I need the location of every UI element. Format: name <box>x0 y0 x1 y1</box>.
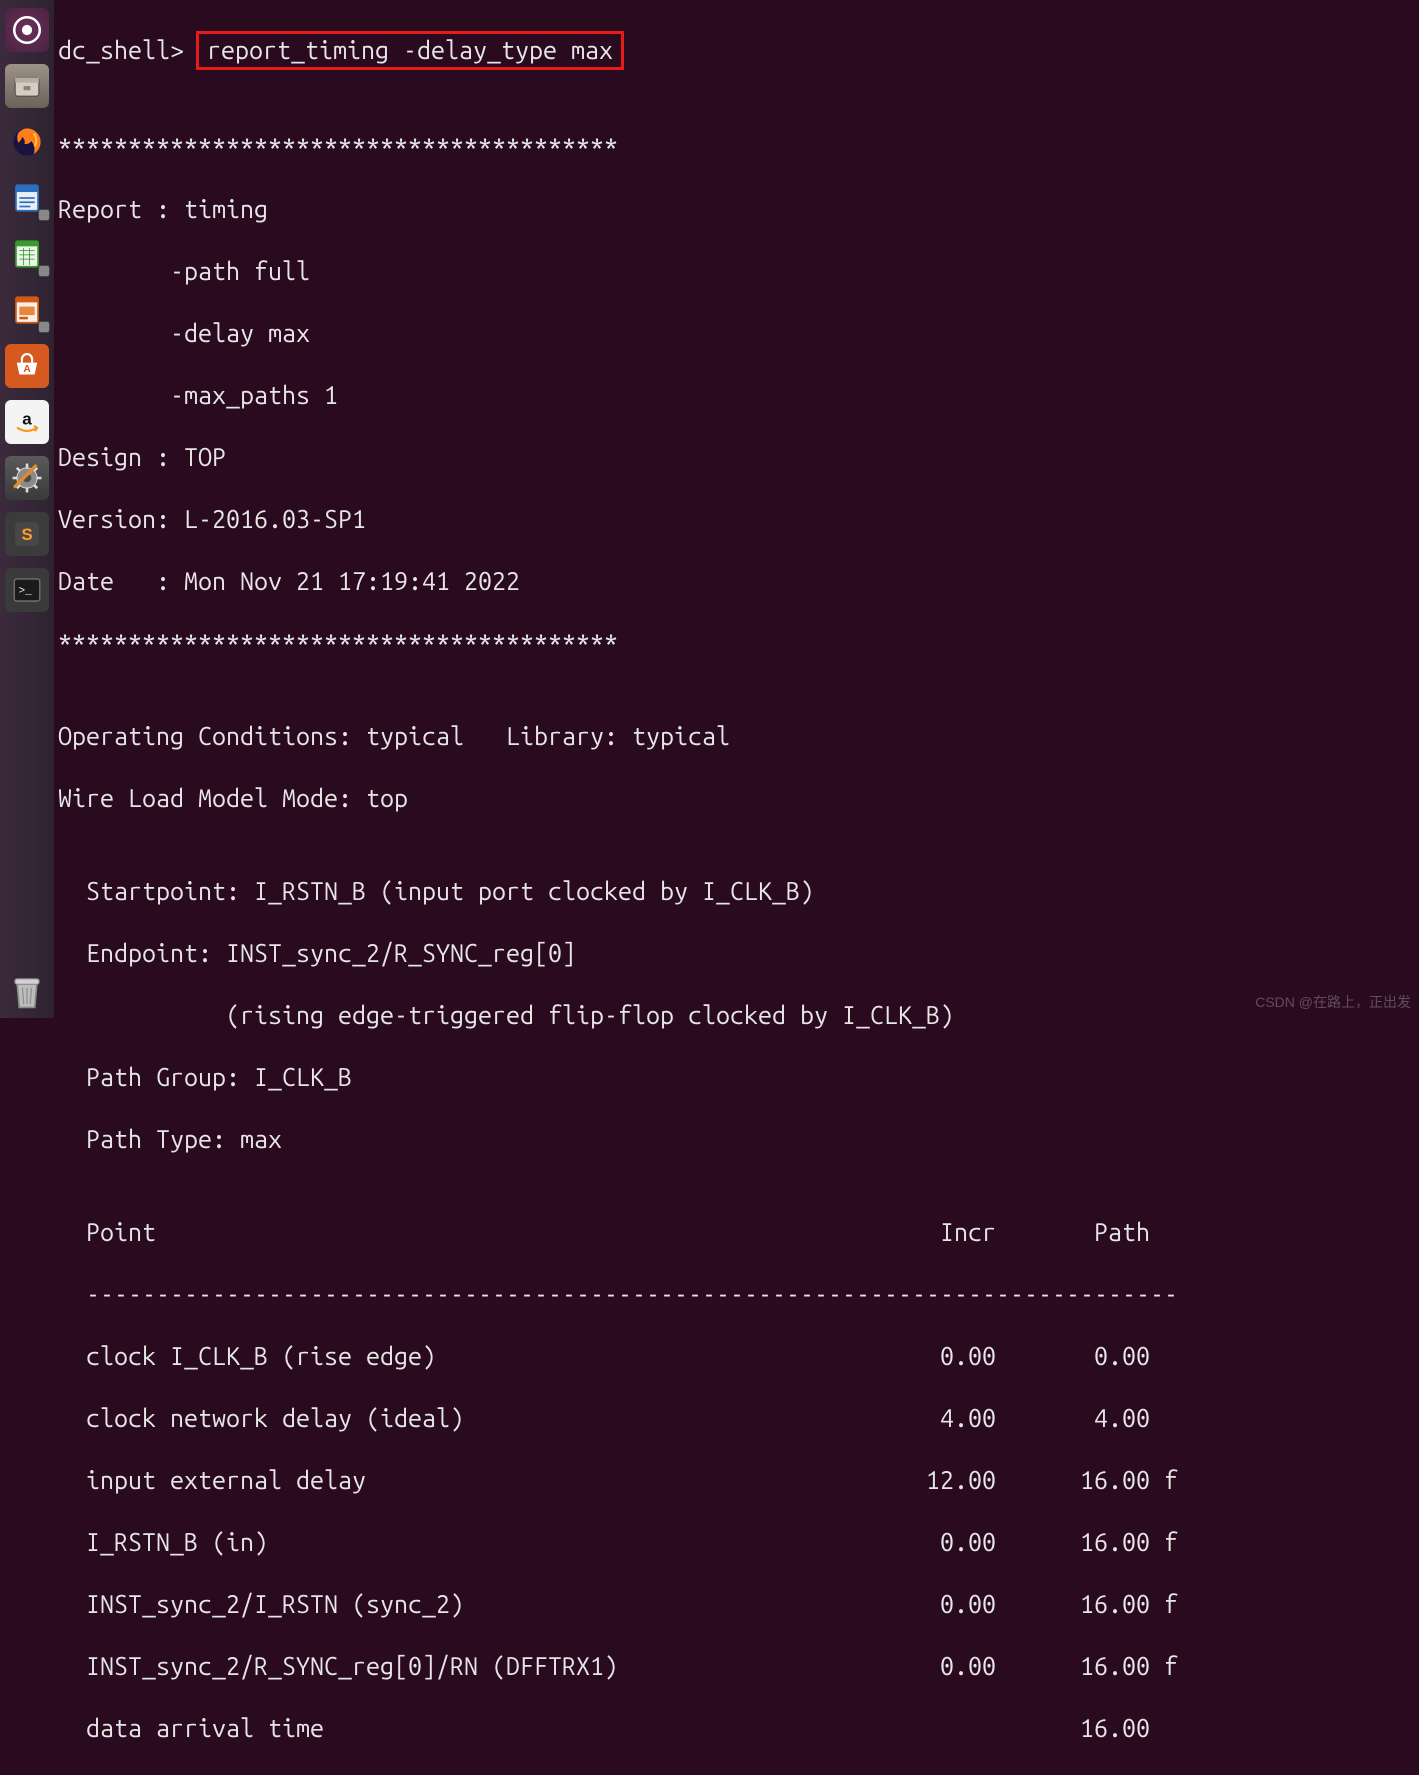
terminal-line: Wire Load Model Mode: top <box>58 783 1419 814</box>
terminal-line: INST_sync_2/R_SYNC_reg[0]/RN (DFFTRX1) 0… <box>58 1651 1419 1682</box>
terminal-line: (rising edge-triggered flip-flop clocked… <box>58 1000 1419 1031</box>
terminal-line: Report : timing <box>58 194 1419 225</box>
terminal-line: I_RSTN_B (in) 0.00 16.00 f <box>58 1527 1419 1558</box>
impress-icon[interactable] <box>5 288 49 332</box>
terminal-line: -max_paths 1 <box>58 380 1419 411</box>
terminal-line: -delay max <box>58 318 1419 349</box>
terminal-line: Path Type: max <box>58 1124 1419 1155</box>
calc-icon[interactable] <box>5 232 49 276</box>
terminal-line: **************************************** <box>58 132 1419 163</box>
prompt: dc_shell> <box>58 36 198 64</box>
terminal-line: Version: L-2016.03-SP1 <box>58 504 1419 535</box>
highlighted-command: report_timing -delay_type max <box>196 31 624 70</box>
writer-icon[interactable] <box>5 176 49 220</box>
svg-text:S: S <box>21 525 32 544</box>
dash-icon[interactable] <box>5 8 49 52</box>
svg-text:a: a <box>22 410 32 429</box>
terminal-line: data arrival time 16.00 <box>58 1713 1419 1744</box>
svg-text:>_: >_ <box>19 585 33 597</box>
settings-icon[interactable] <box>5 456 49 500</box>
terminal-line: Startpoint: I_RSTN_B (input port clocked… <box>58 876 1419 907</box>
terminal-line: Endpoint: INST_sync_2/R_SYNC_reg[0] <box>58 938 1419 969</box>
software-center-icon[interactable]: A <box>5 344 49 388</box>
terminal-line: **************************************** <box>58 628 1419 659</box>
badge-icon <box>38 321 50 333</box>
firefox-icon[interactable] <box>5 120 49 164</box>
terminal-line: INST_sync_2/I_RSTN (sync_2) 0.00 16.00 f <box>58 1589 1419 1620</box>
terminal-line: -path full <box>58 256 1419 287</box>
terminal-line: Date : Mon Nov 21 17:19:41 2022 <box>58 566 1419 597</box>
badge-icon <box>38 209 50 221</box>
terminal-line: clock network delay (ideal) 4.00 4.00 <box>58 1403 1419 1434</box>
terminal[interactable]: dc_shell> report_timing -delay_type max … <box>54 0 1419 1018</box>
terminal-line: clock I_CLK_B (rise edge) 0.00 0.00 <box>58 1341 1419 1372</box>
terminal-line: ----------------------------------------… <box>58 1279 1419 1310</box>
amazon-icon[interactable]: a <box>5 400 49 444</box>
terminal-line: input external delay 12.00 16.00 f <box>58 1465 1419 1496</box>
sublime-icon[interactable]: S <box>5 512 49 556</box>
trash-icon[interactable] <box>5 970 49 1014</box>
terminal-icon[interactable]: >_ <box>5 568 49 612</box>
files-icon[interactable] <box>5 64 49 108</box>
dock: A a S >_ <box>0 0 54 1018</box>
terminal-line: Operating Conditions: typical Library: t… <box>58 721 1419 752</box>
svg-text:A: A <box>23 364 31 375</box>
watermark: CSDN @在路上，正出发 <box>1255 992 1411 1012</box>
terminal-line: Design : TOP <box>58 442 1419 473</box>
badge-icon <box>38 265 50 277</box>
terminal-line: dc_shell> report_timing -delay_type max <box>58 31 1419 70</box>
terminal-line: Point Incr Path <box>58 1217 1419 1248</box>
terminal-line: Path Group: I_CLK_B <box>58 1062 1419 1093</box>
